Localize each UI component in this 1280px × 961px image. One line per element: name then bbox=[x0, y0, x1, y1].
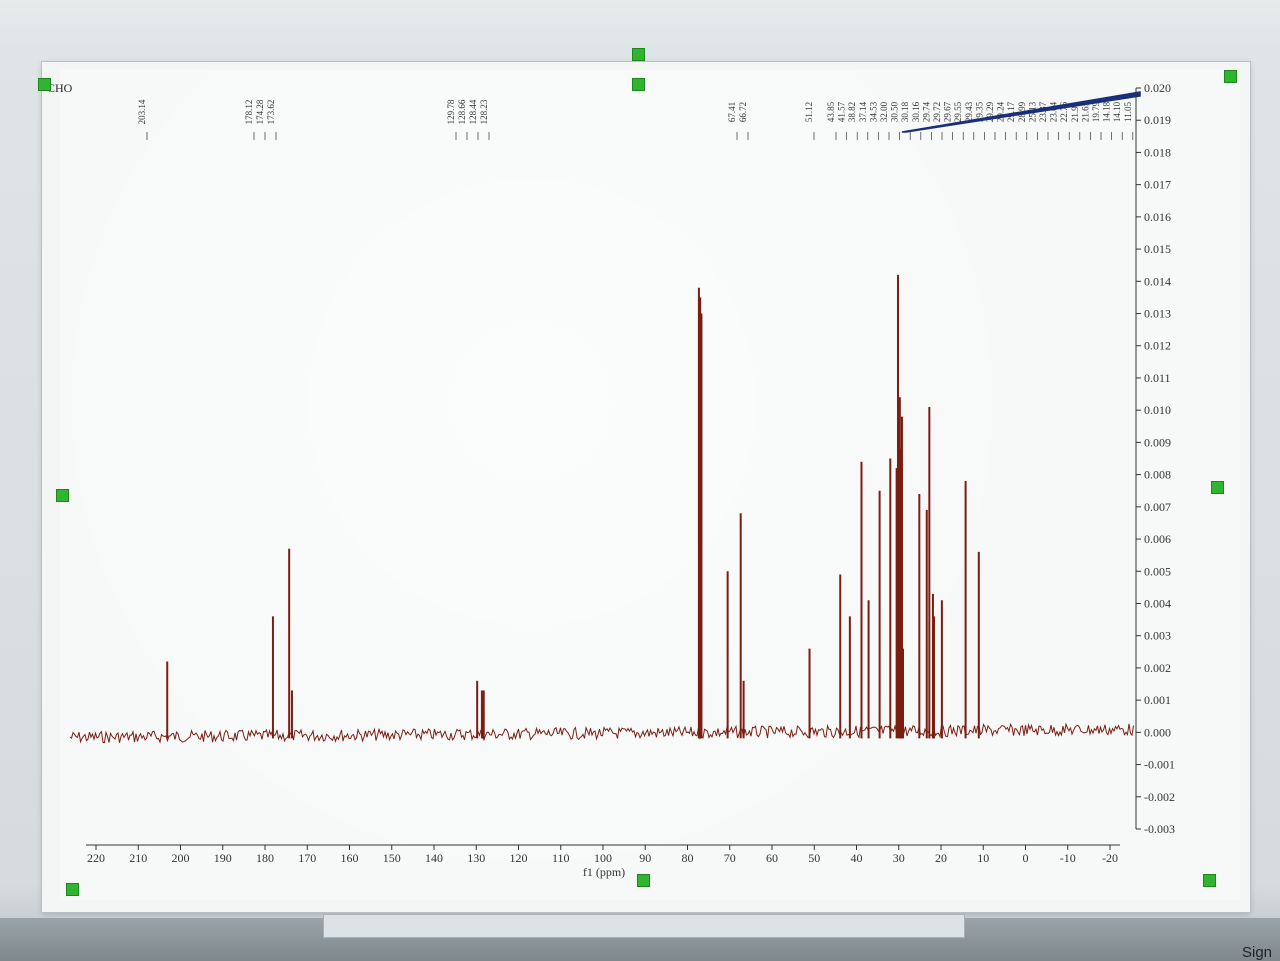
nmr-spectrum-chart[interactable]: 203.14 178.12 174.28 173.62 129.78 128.66 128.… bbox=[0, 0, 1280, 961]
x-axis-title: f1 (ppm) bbox=[583, 865, 625, 879]
peak-label: 14.18 bbox=[1102, 101, 1112, 122]
peak-label: 11.05 bbox=[1123, 102, 1133, 122]
resize-handle-bottom-center[interactable] bbox=[637, 874, 650, 887]
peak-label: 29.74 bbox=[921, 101, 931, 122]
peak-label: 67.41 bbox=[727, 102, 737, 122]
y-tick-label: 0.001 bbox=[1144, 693, 1171, 707]
x-tick-label: 100 bbox=[594, 851, 612, 865]
y-tick-label: -0.003 bbox=[1144, 822, 1175, 836]
peak-label: 173.62 bbox=[266, 100, 276, 125]
x-tick-label: 0 bbox=[1023, 851, 1029, 865]
x-tick-label: 220 bbox=[87, 851, 105, 865]
spectrum-baseline bbox=[69, 722, 1134, 744]
x-tick-label: -10 bbox=[1060, 851, 1076, 865]
resize-handle-top-center[interactable] bbox=[632, 48, 645, 61]
peak-label: 30.50 bbox=[890, 101, 900, 122]
y-tick-label: 0.000 bbox=[1144, 725, 1171, 739]
peak-label: 29.55 bbox=[953, 101, 963, 122]
peak-label: 30.16 bbox=[911, 101, 921, 122]
x-tick-label: 150 bbox=[383, 851, 401, 865]
y-tick-label: 0.007 bbox=[1144, 500, 1171, 514]
x-tick-label: 180 bbox=[256, 851, 274, 865]
x-tick-label: 140 bbox=[425, 851, 443, 865]
resize-handle-bottom-right[interactable] bbox=[1203, 874, 1216, 887]
peak-label: 14.10 bbox=[1112, 101, 1122, 122]
sign-button[interactable]: Sign bbox=[1242, 944, 1272, 961]
peak-label: 41.57 bbox=[837, 101, 847, 122]
resize-handle-top-center-inner[interactable] bbox=[632, 78, 645, 91]
peak-label: 38.82 bbox=[847, 102, 857, 122]
peak-label: 23.04 bbox=[1049, 101, 1059, 122]
resize-handle-bottom-left[interactable] bbox=[66, 883, 79, 896]
x-tick-label: 130 bbox=[467, 851, 485, 865]
peak-label: 29.43 bbox=[964, 101, 974, 122]
x-tick-label: 10 bbox=[977, 851, 989, 865]
resize-handle-top-right[interactable] bbox=[1224, 70, 1237, 83]
y-tick-label: 0.019 bbox=[1144, 113, 1171, 127]
peak-label: 43.85 bbox=[826, 101, 836, 122]
resize-handle-middle-right[interactable] bbox=[1211, 481, 1224, 494]
x-tick-label: 60 bbox=[766, 851, 778, 865]
y-tick-label: 0.009 bbox=[1144, 435, 1171, 449]
y-tick-label: -0.001 bbox=[1144, 758, 1175, 772]
peak-label: 29.67 bbox=[943, 101, 953, 122]
peak-label: 37.14 bbox=[858, 101, 868, 122]
y-tick-label: 0.020 bbox=[1144, 81, 1171, 95]
y-tick-label: 0.018 bbox=[1144, 145, 1171, 159]
x-tick-label: -20 bbox=[1102, 851, 1118, 865]
x-tick-label: 20 bbox=[935, 851, 947, 865]
status-input-field[interactable] bbox=[323, 914, 965, 938]
peak-label: 30.18 bbox=[900, 101, 910, 122]
x-tick-label: 160 bbox=[341, 851, 359, 865]
peak-label: 29.72 bbox=[932, 102, 942, 122]
resize-handle-middle-left[interactable] bbox=[56, 489, 69, 502]
peak-label: 29.24 bbox=[996, 101, 1006, 122]
x-tick-label: 110 bbox=[552, 851, 570, 865]
peak-label: 66.72 bbox=[738, 102, 748, 122]
peak-label: 128.44 bbox=[468, 99, 478, 124]
x-tick-label: 50 bbox=[808, 851, 820, 865]
peak-label: 34.53 bbox=[868, 101, 878, 122]
y-tick-label: 0.005 bbox=[1144, 564, 1171, 578]
peak-label: 203.14 bbox=[137, 99, 147, 124]
peak-label: 128.66 bbox=[457, 99, 467, 124]
y-tick-label: -0.002 bbox=[1144, 790, 1175, 804]
x-tick-label: 190 bbox=[214, 851, 232, 865]
y-tick-label: 0.013 bbox=[1144, 307, 1171, 321]
x-tick-label: 210 bbox=[129, 851, 147, 865]
y-tick-label: 0.008 bbox=[1144, 468, 1171, 482]
peak-label: 51.12 bbox=[804, 102, 814, 122]
x-tick-label: 120 bbox=[510, 851, 528, 865]
peak-label: 178.12 bbox=[244, 100, 254, 125]
peak-label: 19.79 bbox=[1091, 101, 1101, 122]
x-tick-label: 90 bbox=[639, 851, 651, 865]
peak-label: 128.23 bbox=[479, 99, 489, 124]
y-tick-label: 0.016 bbox=[1144, 210, 1171, 224]
y-tick-label: 0.003 bbox=[1144, 629, 1171, 643]
x-tick-label: 30 bbox=[893, 851, 905, 865]
resize-handle-top-left[interactable] bbox=[38, 78, 51, 91]
peak-label: 174.28 bbox=[255, 99, 265, 124]
y-tick-label: 0.015 bbox=[1144, 242, 1171, 256]
y-tick-label: 0.011 bbox=[1144, 371, 1171, 385]
y-tick-label: 0.006 bbox=[1144, 532, 1171, 546]
x-tick-label: 200 bbox=[172, 851, 190, 865]
y-tick-label: 0.004 bbox=[1144, 596, 1171, 610]
y-tick-label: 0.012 bbox=[1144, 339, 1171, 353]
x-tick-label: 170 bbox=[298, 851, 316, 865]
peak-label: 29.17 bbox=[1006, 101, 1016, 122]
y-tick-label: 0.017 bbox=[1144, 178, 1171, 192]
x-tick-label: 70 bbox=[724, 851, 736, 865]
peak-label: 32.00 bbox=[879, 101, 889, 122]
x-tick-label: 80 bbox=[682, 851, 694, 865]
y-tick-label: 0.014 bbox=[1144, 274, 1171, 288]
x-tick-label: 40 bbox=[851, 851, 863, 865]
y-tick-label: 0.002 bbox=[1144, 661, 1171, 675]
peak-label: 129.78 bbox=[446, 99, 456, 124]
y-tick-label: 0.010 bbox=[1144, 403, 1171, 417]
